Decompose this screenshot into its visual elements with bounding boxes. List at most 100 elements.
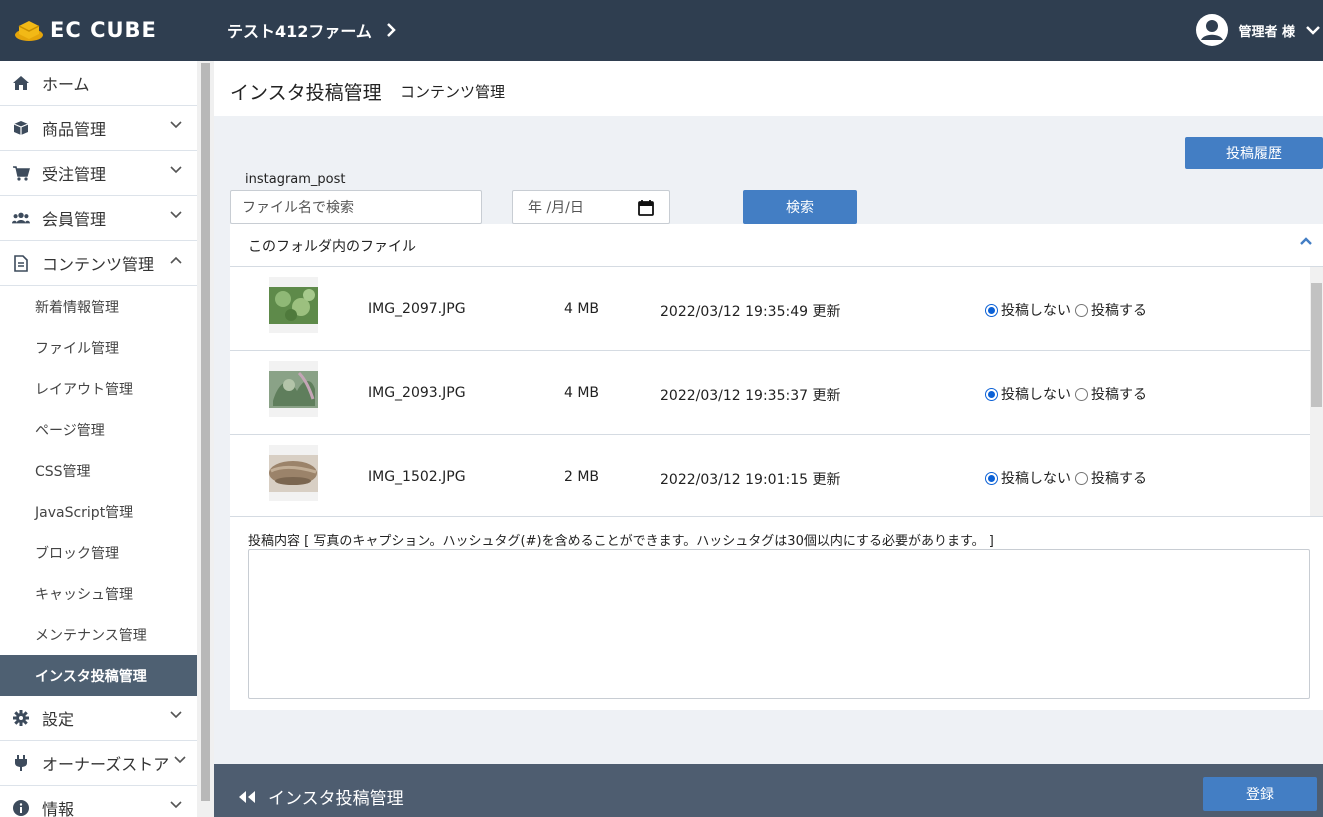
search-button[interactable]: 検索 [743,190,857,224]
file-search-input[interactable]: ファイル名で検索 [230,190,482,224]
chevron-up-icon [170,256,182,264]
radio-post-label[interactable]: 投稿する [1091,468,1147,488]
sidebar-item-label: 会員管理 [42,210,107,229]
sidebar-sub-maintenance[interactable]: メンテナンス管理 [0,614,197,655]
sidebar-item-settings[interactable]: 設定 [0,696,197,741]
file-list: IMG_2097.JPG 4 MB 2022/03/12 19:35:49 更新… [230,267,1323,517]
sidebar-item-label: コンテンツ管理 [42,255,155,274]
sidebar-item-products[interactable]: 商品管理 [0,106,197,151]
sidebar-item-contents[interactable]: コンテンツ管理 [0,241,197,286]
radio-post[interactable] [1075,387,1088,401]
sidebar-nav: ホーム 商品管理 受注管理 会員管理 コンテンツ管理 新着情報管理 ファイル管理… [0,61,197,817]
chevron-down-icon [170,121,182,129]
user-name: 管理者 様 [1238,24,1295,40]
sidebar-item-members[interactable]: 会員管理 [0,196,197,241]
sidebar-item-orders[interactable]: 受注管理 [0,151,197,196]
sidebar-item-label: 受注管理 [42,165,107,184]
info-icon [12,799,30,817]
sidebar-sub-javascript[interactable]: JavaScript管理 [0,491,197,532]
radio-no-post[interactable] [985,387,998,401]
post-history-button[interactable]: 投稿履歴 [1185,137,1323,169]
file-row: IMG_2093.JPG 4 MB 2022/03/12 19:35:37 更新… [230,351,1310,435]
calendar-icon[interactable] [638,200,654,216]
sidebar-scrollbar-thumb[interactable] [201,63,210,801]
radio-post-label[interactable]: 投稿する [1091,300,1147,320]
chevron-down-icon [170,166,182,174]
sidebar-sub-layout[interactable]: レイアウト管理 [0,368,197,409]
post-option-group: 投稿しない 投稿する [985,384,1151,404]
sidebar-sub-files[interactable]: ファイル管理 [0,327,197,368]
user-menu[interactable]: 管理者 様 [1196,14,1321,46]
sidebar-sub-news[interactable]: 新着情報管理 [0,286,197,327]
logo-text: EC CUBE [50,18,157,42]
file-panel: このフォルダ内のファイル IMG_2097.JPG 4 MB 2022/03/1… [230,224,1323,710]
chevron-right-icon [387,23,396,37]
file-thumbnail[interactable] [269,361,318,417]
chevron-down-icon [170,801,182,809]
sidebar-item-home[interactable]: ホーム [0,61,197,106]
sidebar-sub-instagram[interactable]: インスタ投稿管理 [0,655,197,696]
home-icon [12,74,30,92]
caption-textarea[interactable] [248,549,1310,699]
sidebar-item-label: オーナーズストア [42,755,170,774]
cart-icon [12,164,30,182]
file-thumbnail[interactable] [269,277,318,333]
radio-no-post[interactable] [985,303,998,317]
chevron-down-icon [170,211,182,219]
file-thumbnail[interactable] [269,445,318,501]
chevron-down-icon [1306,26,1320,35]
file-size: 2 MB [564,469,600,485]
page-subtitle: コンテンツ管理 [400,83,506,101]
post-option-group: 投稿しない 投稿する [985,300,1151,320]
plug-icon [12,754,30,772]
radio-no-post-label[interactable]: 投稿しない [1001,300,1071,320]
top-header: EC CUBE テスト412ファーム 管理者 様 [0,0,1323,61]
radio-no-post-label[interactable]: 投稿しない [1001,384,1071,404]
sidebar-item-label: 情報 [42,800,75,817]
cube-logo-icon [15,21,43,41]
sidebar-sub-blocks[interactable]: ブロック管理 [0,532,197,573]
file-name: IMG_2097.JPG [368,301,466,317]
radio-post[interactable] [1075,471,1088,485]
file-list-scrollbar-thumb[interactable] [1311,283,1322,407]
sidebar-item-label: 設定 [42,710,75,729]
radio-post-label[interactable]: 投稿する [1091,384,1147,404]
file-name: IMG_1502.JPG [368,469,466,485]
caption-label: 投稿内容 [ 写真のキャプション。ハッシュタグ(#)を含めることができます。ハッ… [248,534,994,549]
sidebar-sub-css[interactable]: CSS管理 [0,450,197,491]
folder-label: instagram_post [245,172,346,187]
radio-post[interactable] [1075,303,1088,317]
sidebar-item-label: ホーム [42,75,90,94]
back-link-label: インスタ投稿管理 [268,789,404,809]
shop-name-link[interactable]: テスト412ファーム [227,18,396,42]
page-titlebar: インスタ投稿管理 コンテンツ管理 [214,61,1323,116]
ec-cube-logo[interactable]: EC CUBE [14,16,157,44]
page-title: インスタ投稿管理 [230,82,382,104]
box-icon [12,119,30,137]
file-size: 4 MB [564,301,600,317]
back-link[interactable]: インスタ投稿管理 [238,784,404,809]
file-size: 4 MB [564,385,600,401]
collapse-icon[interactable] [1299,236,1313,246]
sidebar-sub-cache[interactable]: キャッシュ管理 [0,573,197,614]
file-name: IMG_2093.JPG [368,385,466,401]
register-button[interactable]: 登録 [1203,777,1317,811]
sidebar-item-label: 商品管理 [42,120,107,139]
sidebar-sub-pages[interactable]: ページ管理 [0,409,197,450]
file-row: IMG_1502.JPG 2 MB 2022/03/12 19:01:15 更新… [230,435,1310,516]
file-panel-title: このフォルダ内のファイル [248,239,416,255]
radio-no-post-label[interactable]: 投稿しない [1001,468,1071,488]
radio-no-post[interactable] [985,471,998,485]
file-date: 2022/03/12 19:35:49 更新 [660,304,841,320]
post-option-group: 投稿しない 投稿する [985,468,1151,488]
file-row: IMG_2097.JPG 4 MB 2022/03/12 19:35:49 更新… [230,267,1310,351]
gear-icon [12,709,30,727]
shop-name: テスト412ファーム [227,22,372,41]
date-input[interactable]: 年 /月/日 [512,190,670,224]
double-chevron-left-icon [239,790,255,803]
file-date: 2022/03/12 19:35:37 更新 [660,388,841,404]
sidebar-item-owners-store[interactable]: オーナーズストア [0,741,197,786]
sidebar-item-info[interactable]: 情報 [0,786,197,817]
file-panel-header[interactable]: このフォルダ内のファイル [230,224,1323,267]
date-placeholder: 年 /月/日 [528,200,584,216]
